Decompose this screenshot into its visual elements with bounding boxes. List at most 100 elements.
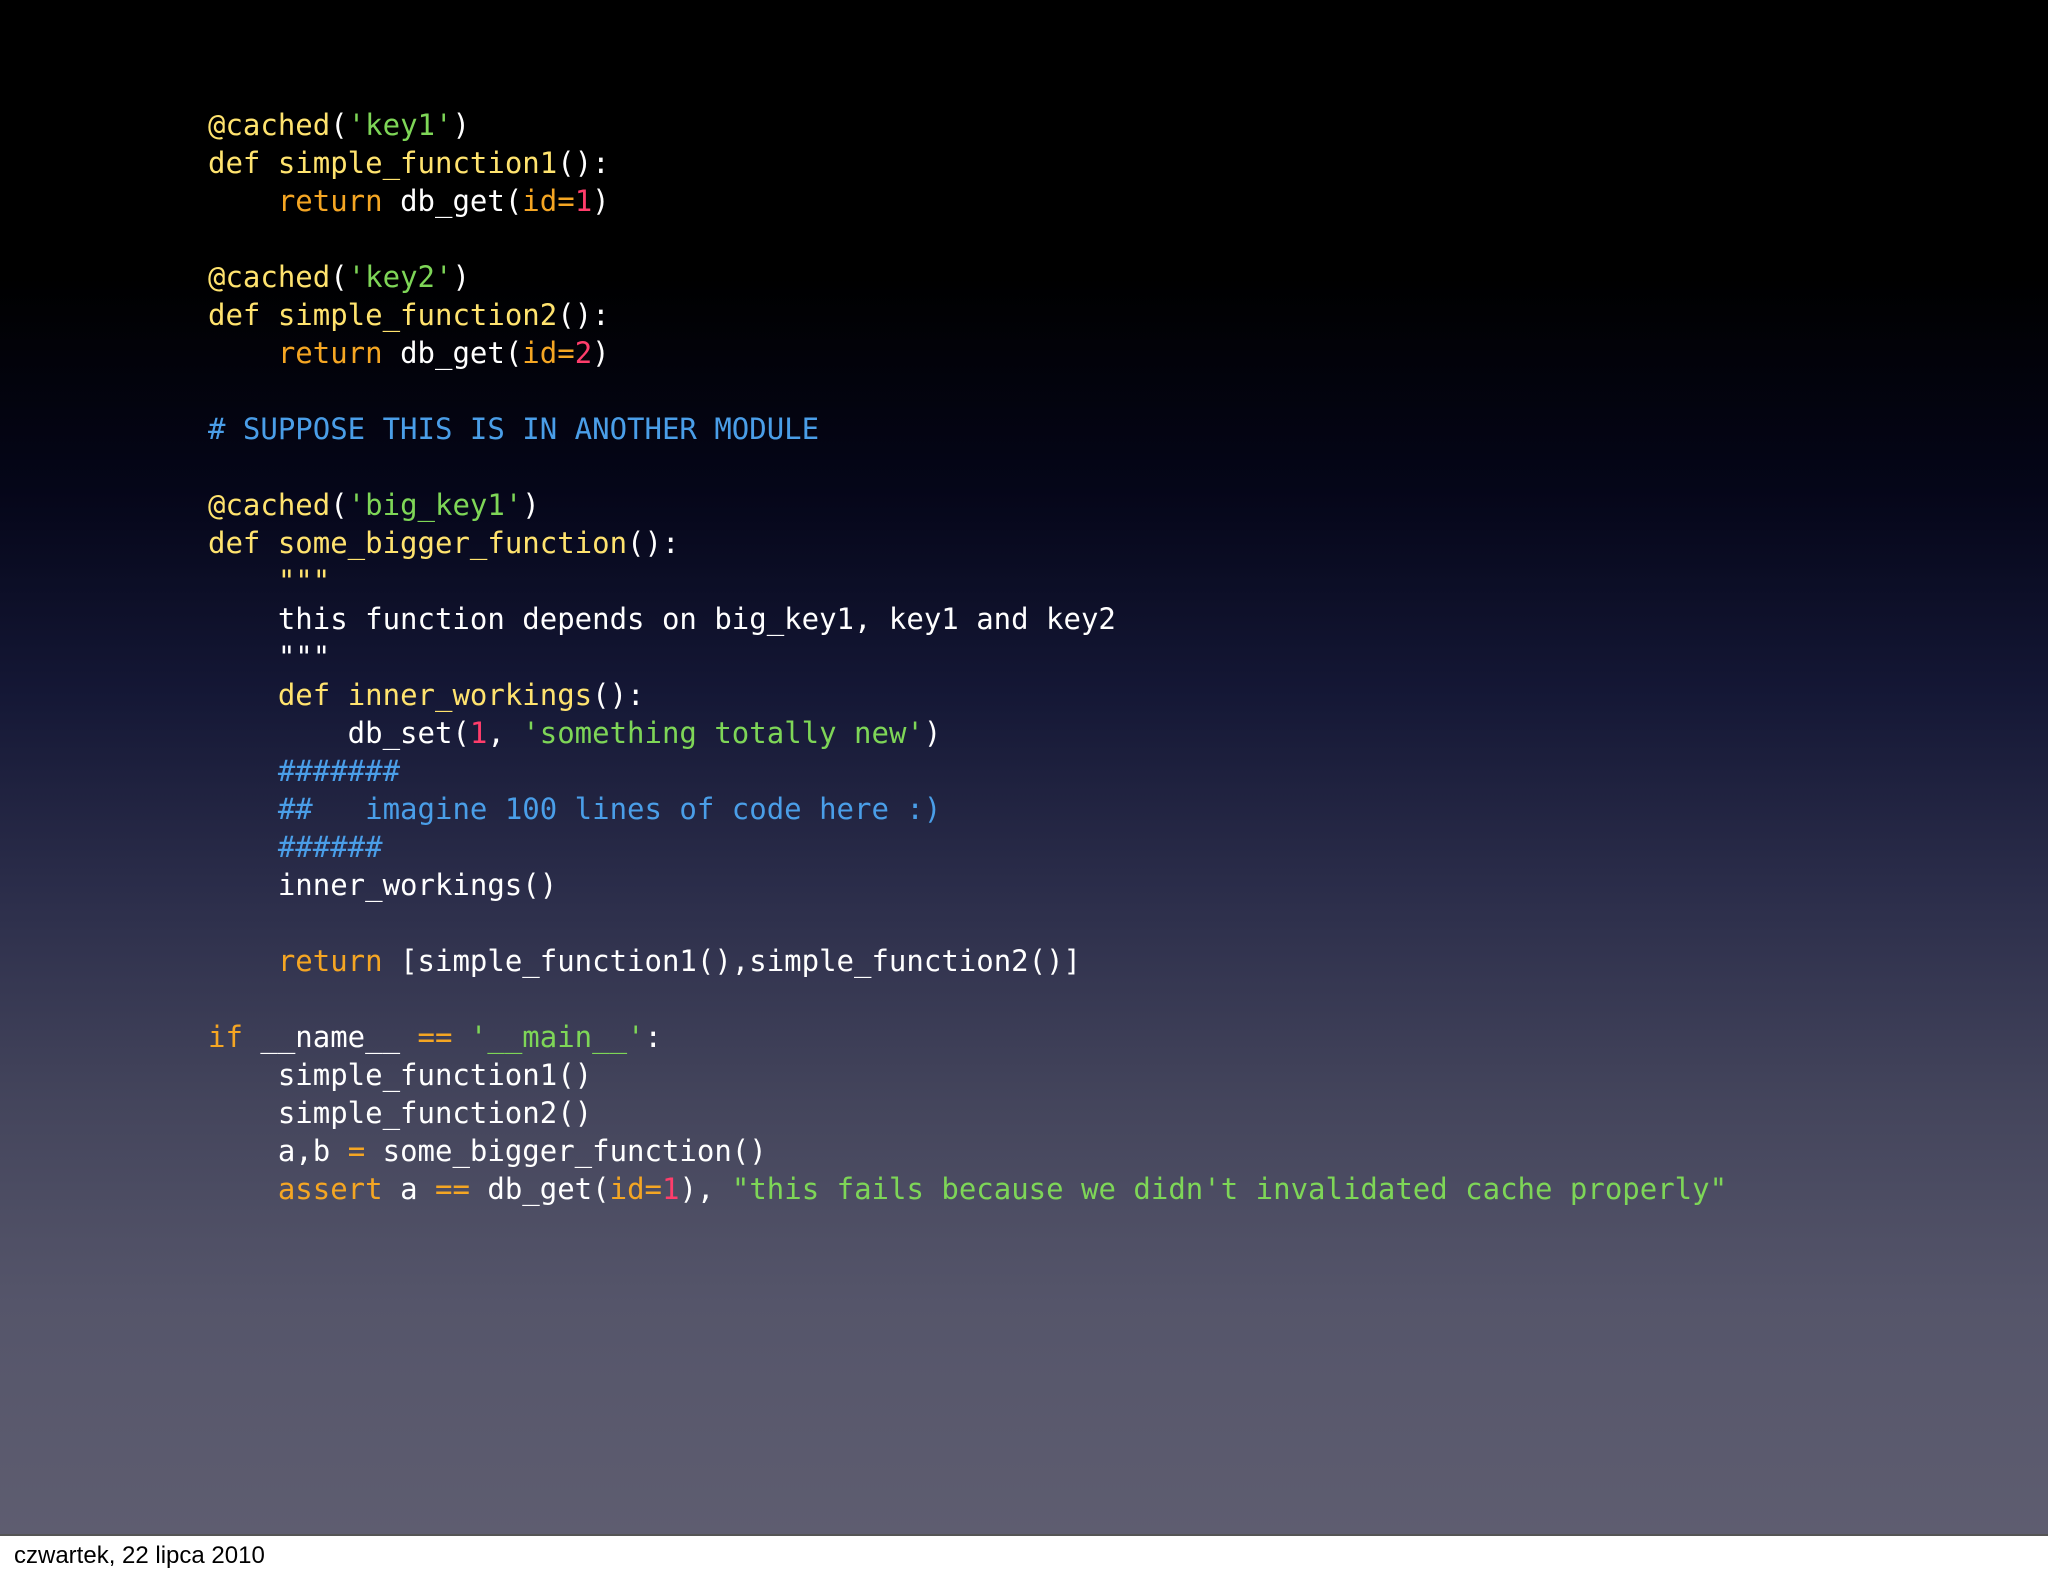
code-token-plain: ): [522, 488, 540, 522]
code-line: # SUPPOSE THIS IS IN ANOTHER MODULE: [208, 410, 1727, 448]
code-line: @cached('key2'): [208, 258, 1727, 296]
code-token-operator: if: [208, 1020, 243, 1054]
code-line: a,b = some_bigger_function(): [208, 1132, 1727, 1170]
code-token-plain: ): [452, 260, 470, 294]
code-token-comment: #######: [277, 754, 401, 788]
code-line: simple_function1(): [208, 1056, 1727, 1094]
code-line: def simple_function2():: [208, 296, 1727, 334]
code-token-plain: db_get(: [382, 336, 523, 370]
code-line: """: [208, 638, 1727, 676]
code-token-string: '__main__': [469, 1020, 645, 1054]
code-token-return: assert: [277, 1172, 383, 1206]
code-token-plain: simple_function1(): [208, 1058, 593, 1092]
code-token-plain: ,: [487, 716, 523, 750]
code-token-keyword: """: [277, 564, 331, 598]
code-line: ## imagine 100 lines of code here :): [208, 790, 1727, 828]
code-line: @cached('big_key1'): [208, 486, 1727, 524]
code-token-decorator: @cached: [208, 488, 331, 522]
code-line: def inner_workings():: [208, 676, 1727, 714]
slide-canvas: @cached('key1') def simple_function1(): r…: [0, 0, 2048, 1536]
code-token-keyword: def: [208, 146, 278, 180]
code-token-plain: [simple_function1(),simple_function2()]: [382, 944, 1081, 978]
code-token-plain: ),: [679, 1172, 732, 1206]
footer-date: czwartek, 22 lipca 2010: [14, 1542, 265, 1569]
code-token-plain: ():: [557, 146, 610, 180]
code-token-plain: a,b: [208, 1134, 348, 1168]
code-block: @cached('key1') def simple_function1(): r…: [208, 106, 1727, 1208]
code-token-plain: simple_function2(): [208, 1096, 593, 1130]
code-token-plain: some_bigger_function(): [365, 1134, 767, 1168]
code-token-plain: __name__: [242, 1020, 418, 1054]
code-token-string: 'key1': [347, 108, 453, 142]
code-line: simple_function2(): [208, 1094, 1727, 1132]
code-token-decorator: @cached: [208, 260, 331, 294]
code-token-string: "this fails because we didn't invalidate…: [731, 1172, 1728, 1206]
code-token-funcname: simple_function1: [277, 146, 558, 180]
code-token-plain: ): [592, 184, 610, 218]
code-token-operator: =: [347, 1134, 366, 1168]
code-token-keyword: def: [208, 298, 278, 332]
code-token-funcname: inner_workings: [347, 678, 593, 712]
code-token-return: return: [277, 944, 383, 978]
code-token-string: 'big_key1': [347, 488, 523, 522]
code-token-comment: ## imagine 100 lines of code here :): [277, 792, 942, 826]
code-token-plain: db_get(: [382, 184, 523, 218]
code-token-plain: ():: [557, 298, 610, 332]
code-token-plain: (: [330, 260, 348, 294]
code-token-number: 2: [574, 336, 593, 370]
code-token-operator: ==: [417, 1020, 453, 1054]
code-line: inner_workings(): [208, 866, 1727, 904]
code-token-plain: """: [208, 640, 331, 674]
code-line: ######: [208, 828, 1727, 866]
code-token-comment: # SUPPOSE THIS IS IN ANOTHER MODULE: [208, 412, 820, 446]
code-line: #######: [208, 752, 1727, 790]
code-line: return [simple_function1(),simple_functi…: [208, 942, 1727, 980]
code-token-plain: ():: [627, 526, 680, 560]
code-token-return: return: [277, 336, 383, 370]
code-token-plain: ): [452, 108, 470, 142]
code-line: def some_bigger_function():: [208, 524, 1727, 562]
code-token-operator: ==: [435, 1172, 470, 1206]
code-token-return: return: [277, 184, 383, 218]
code-token-plain: inner_workings(): [208, 868, 558, 902]
code-line: def simple_function1():: [208, 144, 1727, 182]
code-token-keyword: def: [277, 678, 348, 712]
code-token-plain: a: [382, 1172, 435, 1206]
code-token-plain: (: [330, 488, 348, 522]
code-line: db_set(1, 'something totally new'): [208, 714, 1727, 752]
code-line: return db_get(id=2): [208, 334, 1727, 372]
code-token-decorator: @cached: [208, 108, 331, 142]
code-token-string: 'something totally new': [522, 716, 924, 750]
code-token-plain: this function depends on big_key1, key1 …: [208, 602, 1116, 636]
code-token-plain: ():: [592, 678, 645, 712]
code-token-number: 1: [574, 184, 593, 218]
code-line: """: [208, 562, 1727, 600]
code-line: if __name__ == '__main__':: [208, 1018, 1727, 1056]
code-token-funcname: simple_function2: [277, 298, 558, 332]
code-token-plain: db_set(: [208, 716, 470, 750]
code-token-funcname: some_bigger_function: [277, 526, 628, 560]
code-line: this function depends on big_key1, key1 …: [208, 600, 1727, 638]
code-token-plain: :: [644, 1020, 662, 1054]
code-line: assert a == db_get(id=1), "this fails be…: [208, 1170, 1727, 1208]
code-token-number: 1: [469, 716, 488, 750]
code-token-keyword: def: [208, 526, 278, 560]
code-token-plain: ): [923, 716, 942, 750]
code-token-string: 'key2': [347, 260, 453, 294]
code-token-kwarg: id=: [522, 184, 575, 218]
code-token-plain: (: [330, 108, 348, 142]
